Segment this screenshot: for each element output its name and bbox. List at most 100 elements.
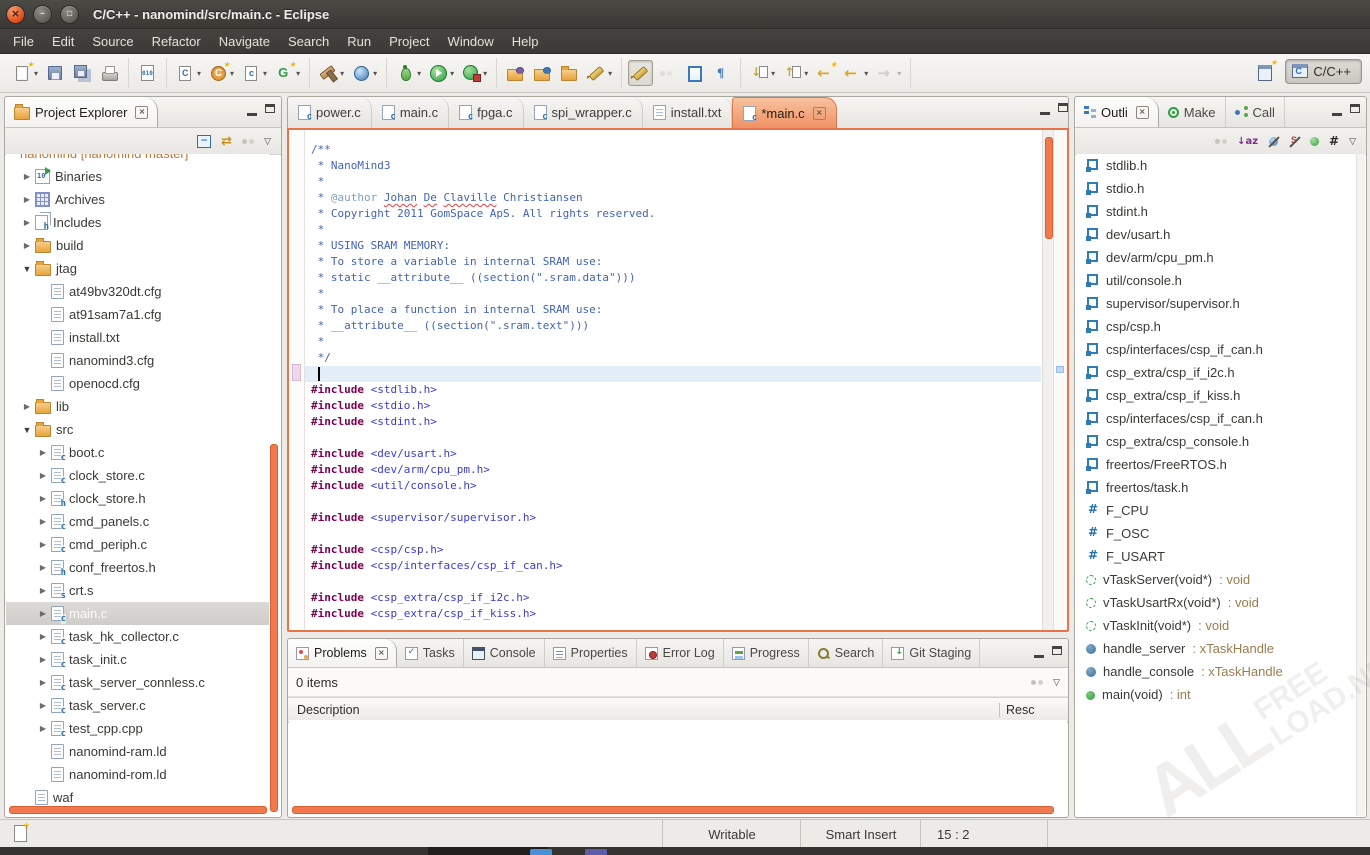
expand-arrow-icon[interactable]: ▶ xyxy=(20,241,34,250)
new-cpp-class-button[interactable]: ▾ xyxy=(206,60,237,86)
tree-item-task-init-c[interactable]: ▶task_init.c xyxy=(6,648,269,671)
print-button[interactable] xyxy=(97,60,122,86)
outline-item[interactable]: dev/usart.h xyxy=(1076,223,1356,246)
debug-button[interactable]: ▾ xyxy=(393,60,424,86)
outline-item[interactable]: supervisor/supervisor.h xyxy=(1076,292,1356,315)
view-menu-icon[interactable]: ▽ xyxy=(1053,677,1060,688)
dropdown-arrow-icon[interactable]: ▾ xyxy=(897,69,901,78)
editor-tab-powerc[interactable]: power.c xyxy=(288,97,372,128)
new-wizard-button[interactable]: ▾ xyxy=(10,60,41,86)
outline-item[interactable]: stdlib.h xyxy=(1076,154,1356,177)
tree-item-test-cpp-cpp[interactable]: ▶test_cpp.cpp xyxy=(6,717,269,740)
close-icon[interactable]: × xyxy=(135,106,148,119)
outline-item[interactable]: csp/csp.h xyxy=(1076,315,1356,338)
menu-window[interactable]: Window xyxy=(439,31,503,52)
minimize-window-icon[interactable]: – xyxy=(33,5,52,24)
tree-item-crt-s[interactable]: ▶crt.s xyxy=(6,579,269,602)
new-c-file-button[interactable]: ▾ xyxy=(239,60,270,86)
tree-item-at91sam7a1-cfg[interactable]: at91sam7a1.cfg xyxy=(6,303,269,326)
close-icon[interactable]: × xyxy=(375,647,388,660)
editor-tab-installtxt[interactable]: install.txt xyxy=(643,97,733,128)
code-area[interactable]: /** * NanoMind3 * * @author Johan De Cla… xyxy=(305,130,1041,630)
back-button[interactable]: ▾ xyxy=(840,60,871,86)
problems-table-body[interactable] xyxy=(289,720,1067,807)
dropdown-arrow-icon[interactable]: ▾ xyxy=(864,69,868,78)
new-make-target-button[interactable]: ▾ xyxy=(272,60,303,86)
expand-arrow-icon[interactable]: ▶ xyxy=(36,724,50,733)
tree-item-nanomind-rom-ld[interactable]: nanomind-rom.ld xyxy=(6,763,269,786)
tree-item-binaries[interactable]: ▶Binaries xyxy=(6,165,269,188)
maximize-view-icon[interactable] xyxy=(265,104,275,113)
tree-item-root[interactable]: nanomind [nanomind master] xyxy=(6,154,269,165)
dropdown-arrow-icon[interactable]: ▾ xyxy=(450,69,454,78)
tree-item-jtag[interactable]: ▼jtag xyxy=(6,257,269,280)
dropdown-arrow-icon[interactable]: ▾ xyxy=(771,69,775,78)
expand-arrow-icon[interactable]: ▶ xyxy=(36,563,50,572)
tab-console[interactable]: Console xyxy=(464,639,545,667)
tab-properties[interactable]: Properties xyxy=(545,639,637,667)
problems-horizontal-scrollbar[interactable] xyxy=(292,806,1054,814)
minimize-view-icon[interactable] xyxy=(1034,646,1044,658)
new-c-project-button[interactable]: ▾ xyxy=(173,60,204,86)
tab-progress[interactable]: Progress xyxy=(724,639,809,667)
collapse-arrow-icon[interactable]: ▼ xyxy=(20,425,34,435)
binary-output-button[interactable] xyxy=(135,60,160,86)
tree-item-install-txt[interactable]: install.txt xyxy=(6,326,269,349)
expand-arrow-icon[interactable]: ▶ xyxy=(36,494,50,503)
menu-refactor[interactable]: Refactor xyxy=(143,31,210,52)
menu-file[interactable]: File xyxy=(4,31,43,52)
tab-project-explorer[interactable]: Project Explorer × xyxy=(5,97,158,127)
outline-item[interactable]: vTaskUsartRx(void*): void xyxy=(1076,591,1356,614)
outline-item[interactable]: dev/arm/cpu_pm.h xyxy=(1076,246,1356,269)
outline-item[interactable]: F_OSC xyxy=(1076,522,1356,545)
menu-source[interactable]: Source xyxy=(83,31,142,52)
dropdown-arrow-icon[interactable]: ▾ xyxy=(263,69,267,78)
tab-search[interactable]: Search xyxy=(809,639,884,667)
view-menu-icon[interactable]: ▽ xyxy=(264,136,271,147)
tree-item-task-hk-collector-c[interactable]: ▶task_hk_collector.c xyxy=(6,625,269,648)
maximize-window-icon[interactable]: ▫ xyxy=(60,5,79,24)
menu-search[interactable]: Search xyxy=(279,31,338,52)
tree-item-clock-store-h[interactable]: ▶clock_store.h xyxy=(6,487,269,510)
collapse-all-icon[interactable]: − xyxy=(197,135,211,148)
sort-icon[interactable]: ↓az xyxy=(1237,136,1258,147)
minimize-editor-icon[interactable] xyxy=(1040,103,1050,115)
outline-item[interactable]: F_CPU xyxy=(1076,499,1356,522)
dropdown-arrow-icon[interactable]: ▾ xyxy=(340,69,344,78)
hide-static-members-icon[interactable] xyxy=(1289,136,1300,147)
dropdown-arrow-icon[interactable]: ▾ xyxy=(417,69,421,78)
dropdown-arrow-icon[interactable]: ▾ xyxy=(804,69,808,78)
outline-item[interactable]: handle_server: xTaskHandle xyxy=(1076,637,1356,660)
dropdown-arrow-icon[interactable]: ▾ xyxy=(34,69,38,78)
tree-item-conf-freertos-h[interactable]: ▶conf_freertos.h xyxy=(6,556,269,579)
column-resource[interactable]: Resc xyxy=(999,703,1068,717)
collapse-arrow-icon[interactable]: ▼ xyxy=(20,264,34,274)
outline-item[interactable]: freertos/task.h xyxy=(1076,476,1356,499)
hide-macros-icon[interactable]: # xyxy=(1329,134,1339,148)
expand-arrow-icon[interactable]: ▶ xyxy=(36,586,50,595)
tree-item-waf[interactable]: waf xyxy=(6,786,269,807)
open-type-button[interactable] xyxy=(503,60,528,86)
explorer-vertical-scrollbar[interactable] xyxy=(270,444,278,812)
save-all-button[interactable] xyxy=(70,60,95,86)
outline-item[interactable]: stdio.h xyxy=(1076,177,1356,200)
expand-arrow-icon[interactable]: ▶ xyxy=(20,402,34,411)
titlebar[interactable]: × – ▫ C/C++ - nanomind/src/main.c - Ecli… xyxy=(0,0,1370,29)
outline-item[interactable]: csp_extra/csp_if_i2c.h xyxy=(1076,361,1356,384)
tree-item-archives[interactable]: ▶Archives xyxy=(6,188,269,211)
expand-arrow-icon[interactable]: ▶ xyxy=(20,172,34,181)
build-all-button[interactable]: ▾ xyxy=(349,60,380,86)
expand-arrow-icon[interactable]: ▶ xyxy=(36,609,50,618)
maximize-view-icon[interactable] xyxy=(1350,104,1360,113)
save-button[interactable] xyxy=(43,60,68,86)
expand-arrow-icon[interactable]: ▶ xyxy=(20,195,34,204)
outline-item[interactable]: stdint.h xyxy=(1076,200,1356,223)
tab-error-log[interactable]: Error Log xyxy=(637,639,724,667)
outline-item[interactable]: csp_extra/csp_if_kiss.h xyxy=(1076,384,1356,407)
tab-git-staging[interactable]: Git Staging xyxy=(883,639,980,667)
outline-item[interactable]: csp/interfaces/csp_if_can.h xyxy=(1076,407,1356,430)
tree-item-cmd-panels-c[interactable]: ▶cmd_panels.c xyxy=(6,510,269,533)
tree-item-nanomind-ram-ld[interactable]: nanomind-ram.ld xyxy=(6,740,269,763)
menu-help[interactable]: Help xyxy=(503,31,548,52)
tab-make[interactable]: Make xyxy=(1159,97,1226,127)
